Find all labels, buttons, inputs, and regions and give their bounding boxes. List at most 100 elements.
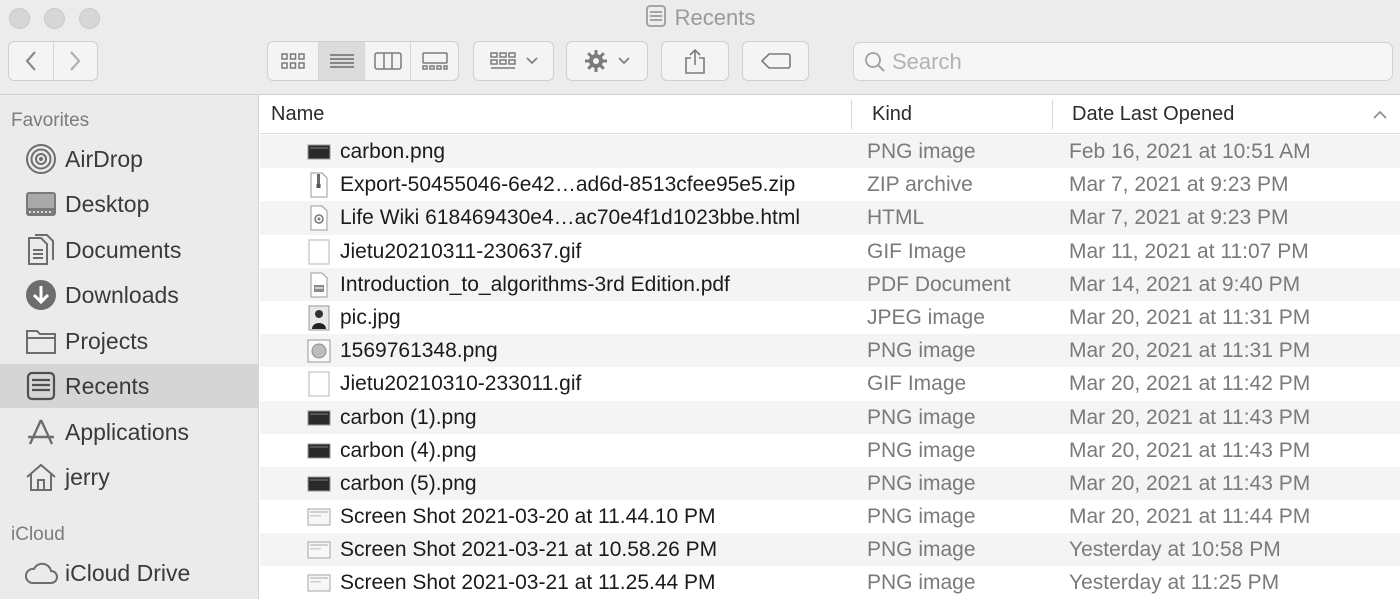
edit-tags-button[interactable]: [742, 41, 809, 81]
file-name: carbon.png: [340, 140, 446, 163]
sidebar-item-label: Downloads: [65, 281, 179, 308]
applications-icon: [24, 416, 58, 448]
column-header-label: Date Last Opened: [1072, 103, 1235, 125]
file-date-last-opened: Mar 20, 2021 at 11:42 PM: [1069, 372, 1311, 396]
file-date-last-opened: Mar 20, 2021 at 11:31 PM: [1069, 305, 1311, 329]
group-by-icon: [489, 52, 516, 69]
chevron-up-icon: [1373, 110, 1387, 119]
file-row[interactable]: pic.jpg JPEG image Mar 20, 2021 at 11:31 P…: [260, 301, 1400, 334]
file-name: carbon (4).png: [340, 438, 477, 462]
file-date-last-opened: Mar 20, 2021 at 11:43 PM: [1069, 438, 1311, 462]
file-kind: GIF Image: [867, 239, 967, 263]
column-header-label: Name: [271, 103, 325, 125]
sidebar-item-applications[interactable]: Applications: [0, 410, 258, 454]
file-row[interactable]: Screen Shot 2021-03-21 at 11.25.44 PM PNG…: [260, 566, 1400, 599]
column-header-date[interactable]: Date Last Opened: [1072, 95, 1392, 134]
gif-file-icon: [307, 239, 331, 265]
file-date-last-opened: Mar 20, 2021 at 11:31 PM: [1069, 339, 1311, 363]
gallery-view-button[interactable]: [411, 42, 458, 80]
file-row[interactable]: carbon (4).png PNG image Mar 20, 2021 at 1…: [260, 434, 1400, 467]
image-thumbnail-icon: [307, 338, 331, 364]
airdrop-icon: [24, 143, 58, 175]
file-row[interactable]: 1569761348.png PNG image Mar 20, 2021 at 1…: [260, 334, 1400, 368]
icloud-heading: iCloud: [11, 524, 65, 545]
column-divider[interactable]: [851, 100, 852, 129]
desktop-icon: [24, 188, 58, 220]
list-view-button[interactable]: [319, 42, 365, 80]
column-header-name[interactable]: Name: [271, 95, 851, 134]
file-name: pic.jpg: [340, 305, 401, 329]
sidebar-item-projects[interactable]: Projects: [0, 319, 258, 363]
icon-view-button[interactable]: [268, 42, 319, 80]
file-name: Export-50455046-6e42…ad6d-8513cfee95e5.z…: [340, 173, 796, 197]
file-row[interactable]: Screen Shot 2021-03-20 at 11.44.10 PM PNG…: [260, 500, 1400, 533]
screenshot-thumbnail-icon: [307, 537, 331, 563]
zip-file-icon: [307, 172, 331, 198]
file-name: Introduction_to_algorithms-3rd Edition.p…: [340, 272, 730, 296]
column-header-row: Name Kind Date Last Opened: [260, 95, 1400, 134]
recents-icon: [645, 4, 667, 34]
sidebar-item-downloads[interactable]: Downloads: [0, 273, 258, 317]
documents-icon: [24, 234, 58, 266]
file-row[interactable]: Jietu20210311-230637.gif GIF Image Mar 11,…: [260, 235, 1400, 268]
sidebar-item-airdrop[interactable]: AirDrop: [0, 137, 258, 181]
cloud-icon: [24, 557, 58, 589]
share-button[interactable]: [661, 41, 729, 81]
column-header-label: Kind: [872, 103, 913, 125]
file-kind: PNG image: [867, 471, 976, 495]
file-kind: PDF Document: [867, 272, 1011, 296]
navigation-buttons: [8, 41, 98, 81]
file-date-last-opened: Feb 16, 2021 at 10:51 AM: [1069, 140, 1311, 163]
file-name: Screen Shot 2021-03-20 at 11.44.10 PM: [340, 505, 716, 529]
sidebar-item-label: jerry: [65, 463, 110, 490]
screenshot-thumbnail-icon: [307, 570, 331, 596]
icon-view-icon: [281, 53, 305, 69]
column-divider[interactable]: [1052, 100, 1053, 129]
sidebar-item-label: Applications: [65, 418, 190, 445]
file-date-last-opened: Mar 20, 2021 at 11:43 PM: [1069, 471, 1311, 495]
file-row[interactable]: Screen Shot 2021-03-21 at 10.58.26 PM PNG…: [260, 533, 1400, 567]
file-row[interactable]: carbon.png PNG image Feb 16, 2021 at 10:51…: [260, 135, 1400, 169]
file-row[interactable]: Introduction_to_algorithms-3rd Edition.p…: [260, 267, 1400, 301]
search-field[interactable]: [853, 42, 1393, 81]
gallery-view-icon: [421, 52, 448, 70]
file-row[interactable]: Jietu20210310-233011.gif GIF Image Mar 20,…: [260, 367, 1400, 400]
sidebar-item-recents[interactable]: Recents: [0, 364, 258, 408]
file-rows: carbon.png PNG image Feb 16, 2021 at 10:51…: [260, 135, 1400, 599]
downloads-icon: [24, 279, 58, 311]
gif-file-icon: [307, 371, 331, 397]
chevron-down-icon: [618, 57, 630, 65]
file-row[interactable]: carbon (1).png PNG image Mar 20, 2021 at 1…: [260, 400, 1400, 434]
forward-button[interactable]: [54, 42, 98, 80]
file-row[interactable]: Export-50455046-6e42…ad6d-8513cfee95e5.z…: [260, 168, 1400, 201]
sidebar-item-label: AirDrop: [65, 145, 143, 172]
dark-image-thumbnail-icon: [307, 405, 331, 431]
list-view-icon: [329, 54, 354, 68]
back-button[interactable]: [9, 42, 54, 80]
sidebar-item-documents[interactable]: Documents: [0, 228, 258, 272]
file-date-last-opened: Yesterday at 11:25 PM: [1069, 571, 1280, 595]
dark-image-thumbnail-icon: [307, 471, 331, 497]
file-row[interactable]: carbon (5).png PNG image Mar 20, 2021 at 1…: [260, 466, 1400, 501]
file-name: Life Wiki 618469430e4…ac70e4f1d1023bbe.h…: [340, 206, 801, 230]
file-date-last-opened: Mar 14, 2021 at 9:40 PM: [1069, 272, 1301, 296]
group-by-button[interactable]: [473, 41, 554, 81]
sidebar-item-jerry[interactable]: jerry: [0, 455, 258, 499]
sidebar-item-desktop[interactable]: Desktop: [0, 182, 258, 226]
sidebar-item-icloud-drive[interactable]: iCloud Drive: [0, 551, 258, 595]
action-menu-button[interactable]: [566, 41, 648, 81]
column-header-kind[interactable]: Kind: [872, 95, 1052, 134]
file-kind: PNG image: [867, 438, 976, 462]
column-view-button[interactable]: [365, 42, 411, 80]
file-name: Screen Shot 2021-03-21 at 10.58.26 PM: [340, 538, 718, 562]
file-list: Name Kind Date Last Opened carbon.png PNG…: [260, 95, 1400, 599]
file-kind: PNG image: [867, 140, 976, 163]
file-date-last-opened: Mar 7, 2021 at 9:23 PM: [1069, 173, 1289, 197]
file-name: Jietu20210311-230637.gif: [340, 239, 582, 263]
favorites-heading: Favorites: [11, 110, 90, 131]
file-row[interactable]: Life Wiki 618469430e4…ac70e4f1d1023bbe.h…: [260, 201, 1400, 235]
file-name: carbon (1).png: [340, 405, 477, 429]
search-input[interactable]: [892, 48, 1372, 75]
view-mode-control: [267, 41, 459, 81]
html-file-icon: [307, 205, 331, 231]
